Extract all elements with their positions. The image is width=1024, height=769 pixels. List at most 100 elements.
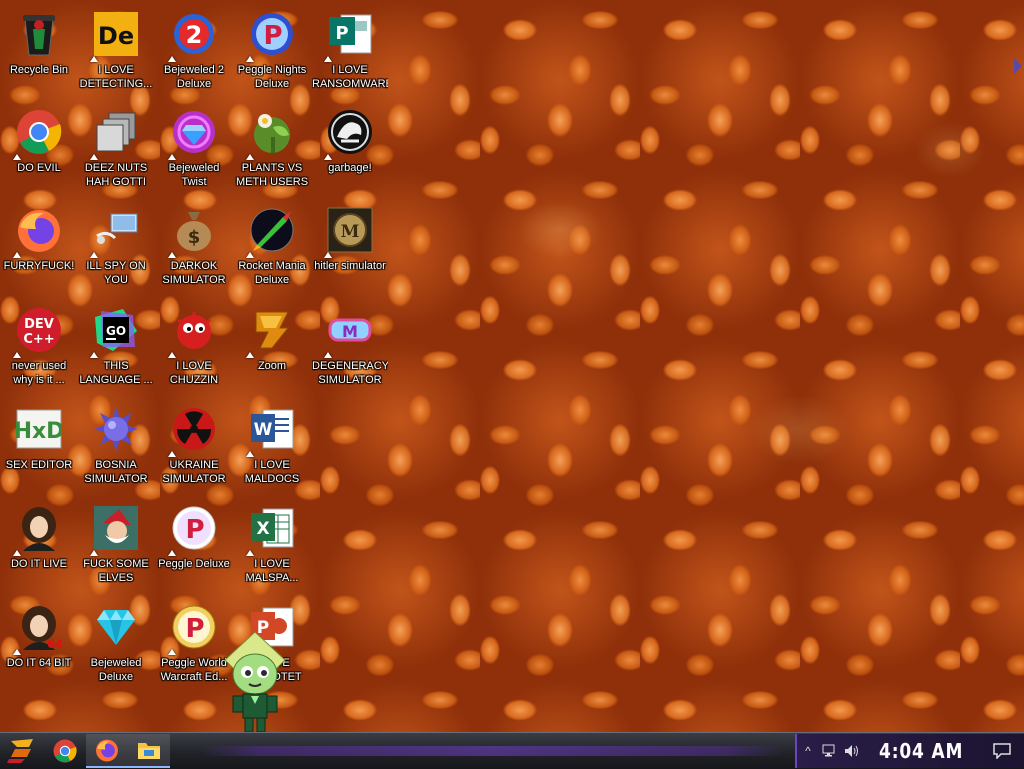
chrome-taskbar-button[interactable] — [44, 734, 86, 768]
hxd-icon: HxD — [15, 405, 63, 453]
svg-text:De: De — [98, 22, 134, 50]
desktop-icon-do-evil[interactable]: DO EVIL — [1, 102, 77, 194]
desktop-icon-furryfuck[interactable]: FURRYFUCK! — [1, 200, 77, 292]
game-emblem-icon: M — [324, 206, 374, 258]
clock[interactable]: 4:04 AM — [872, 739, 977, 763]
desktop-icon-do-it-live[interactable]: DO IT LIVE — [1, 498, 77, 590]
network-computer-icon — [90, 206, 140, 258]
file-explorer-taskbar-button[interactable] — [128, 734, 170, 768]
icon-label: THIS LANGUAGE ... — [79, 360, 153, 386]
icon-label: FURRYFUCK! — [3, 260, 75, 272]
desktop-icon-sex-editor[interactable]: HxD SEX EDITOR — [1, 399, 77, 491]
volume-icon[interactable] — [841, 734, 863, 768]
zuma-icon — [246, 306, 296, 358]
show-hidden-icons-chevron-icon[interactable]: ^ — [797, 734, 819, 768]
svg-text:M: M — [341, 222, 360, 242]
desktop-icon-maldocs[interactable]: W I LOVE MALDOCS — [234, 399, 310, 491]
folder-icon — [138, 743, 160, 759]
icon-label: BOSNIA SIMULATOR — [84, 459, 148, 485]
icon-label: garbage! — [328, 162, 372, 174]
desktop-icon-ukraine[interactable]: UKRAINE SIMULATOR — [156, 399, 232, 491]
desktop-icon-bejeweled-deluxe[interactable]: Bejeweled Deluxe — [78, 597, 154, 689]
desktop-icon-chuzzin[interactable]: I LOVE CHUZZIN — [156, 300, 232, 392]
diamond-icon — [92, 603, 140, 651]
icon-label: Bejeweled Deluxe — [90, 657, 142, 683]
icon-label: Zoom — [257, 360, 287, 372]
desktop-icon-garbage[interactable]: garbage! — [312, 102, 388, 194]
icon-label: Peggle Nights Deluxe — [237, 64, 307, 90]
desktop-icon-detecting[interactable]: De I LOVE DETECTING... — [78, 4, 154, 96]
network-icon[interactable] — [819, 734, 841, 768]
excel-icon: X — [246, 504, 296, 556]
desktop-icon-bejeweled-2[interactable]: 2 Bejeweled 2 Deluxe — [156, 4, 232, 96]
icon-label: DO EVIL — [17, 162, 61, 174]
icon-label: Bejeweled 2 Deluxe — [164, 64, 224, 90]
taskbar-empty-area[interactable] — [170, 734, 795, 768]
svg-text:DEV: DEV — [24, 317, 54, 332]
icon-label: DARKOK SIMULATOR — [162, 260, 226, 286]
action-center-icon[interactable] — [986, 734, 1018, 768]
svg-text:M: M — [342, 322, 358, 341]
peggle-wow-icon: P — [168, 603, 218, 655]
svg-text:HxD: HxD — [16, 419, 62, 444]
desktop-icon-elves[interactable]: FUCK SOME ELVES — [78, 498, 154, 590]
garbage-app-icon — [324, 108, 374, 160]
peggle-nights-icon: P — [246, 10, 296, 62]
svg-text:P: P — [185, 614, 204, 644]
system-tray: ^ 4:04 AM — [794, 734, 1024, 768]
svg-text:P: P — [263, 21, 282, 51]
icon-label: I LOVE DETECTING... — [79, 64, 153, 90]
icon-label: I LOVE MALDOCS — [244, 459, 300, 485]
desktop-icon-rocket-mania[interactable]: Rocket Mania Deluxe — [234, 200, 310, 292]
desktop-wallpaper: Recycle Bin DO EVIL FURRYFUCK! DEV C++ ne… — [0, 0, 1024, 732]
desktop-icon-hitler-simulator[interactable]: M hitler simulator — [312, 200, 388, 292]
firefox-taskbar-button[interactable] — [86, 734, 128, 768]
icon-label: Bejeweled Twist — [168, 162, 220, 188]
desktop-icon-degeneracy[interactable]: M DEGENERACY SIMULATOR — [312, 300, 388, 392]
desktop-icon-recycle-bin[interactable]: Recycle Bin — [1, 4, 77, 96]
desktop-icon-plants-vs[interactable]: PLANTS VS METH USERS — [234, 102, 310, 194]
desktop-icon-ransomware[interactable]: P I LOVE RANSOMWARE — [312, 4, 388, 96]
windows-stack-icon — [90, 108, 140, 160]
icon-label: Recycle Bin — [9, 64, 69, 76]
dev-cpp-icon: DEV C++ — [13, 306, 63, 358]
svg-text:64: 64 — [47, 637, 61, 650]
icon-label: DO IT LIVE — [10, 558, 68, 570]
svg-text:GO: GO — [106, 324, 126, 338]
icon-label: I LOVE MALSPA... — [245, 558, 299, 584]
vr-headset-icon: M — [324, 306, 374, 358]
bejeweled-2-icon: 2 — [168, 10, 218, 62]
icon-label: Peggle Deluxe — [158, 558, 230, 570]
desktop-icon-darkok[interactable]: $ DARKOK SIMULATOR — [156, 200, 232, 292]
spiky-ball-icon — [92, 405, 140, 453]
peggle-icon: P — [168, 504, 218, 556]
peridot-character-sprite[interactable] — [215, 630, 295, 732]
chrome-icon — [53, 739, 77, 763]
desktop-icon-malspam[interactable]: X I LOVE MALSPA... — [234, 498, 310, 590]
desktop-icon-peggle-deluxe[interactable]: P Peggle Deluxe — [156, 498, 232, 590]
desktop-icon-do-it-64-bit[interactable]: 64 DO IT 64 BIT — [1, 597, 77, 689]
svg-text:2: 2 — [186, 21, 203, 49]
desktop-icon-never-used[interactable]: DEV C++ never used why is it ... — [1, 300, 77, 392]
desktop-icon-deez-nuts[interactable]: DEEZ NUTS HAH GOTTI — [78, 102, 154, 194]
desktop-icon-bejeweled-twist[interactable]: Bejeweled Twist — [156, 102, 232, 194]
rocket-mania-icon — [246, 206, 296, 258]
svg-text:X: X — [256, 519, 269, 539]
desktop-icon-bosnia[interactable]: BOSNIA SIMULATOR — [78, 399, 154, 491]
desktop-icon-this-language[interactable]: GO THIS LANGUAGE ... — [78, 300, 154, 392]
publisher-icon: P — [324, 10, 374, 62]
word-icon: W — [246, 405, 296, 457]
firefox-icon — [13, 206, 63, 258]
chuzzle-icon — [168, 306, 218, 358]
start-logo-icon — [7, 739, 33, 763]
desktop-icon-ill-spy[interactable]: ILL SPY ON YOU — [78, 200, 154, 292]
icon-label: PLANTS VS METH USERS — [235, 162, 309, 188]
portrait-64-icon: 64 — [13, 603, 63, 655]
start-button[interactable] — [0, 734, 44, 768]
icon-label: I LOVE RANSOMWARE — [312, 64, 388, 90]
icon-label: DEGENERACY SIMULATOR — [312, 360, 388, 386]
icon-label: DEEZ NUTS HAH GOTTI — [84, 162, 148, 188]
desktop-icon-zoom[interactable]: Zoom — [234, 300, 310, 392]
desktop-icon-peggle-nights[interactable]: P Peggle Nights Deluxe — [234, 4, 310, 96]
svg-text:$: $ — [188, 227, 201, 248]
